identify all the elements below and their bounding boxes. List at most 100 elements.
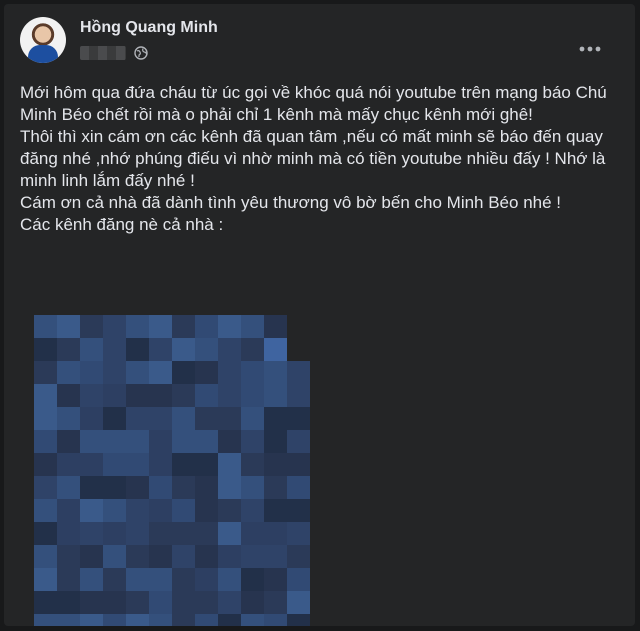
mosaic-tile	[218, 453, 241, 476]
post-meta	[80, 45, 148, 61]
mosaic-tile	[218, 407, 241, 430]
mosaic-tile	[149, 591, 172, 614]
mosaic-tile	[264, 315, 287, 338]
mosaic-tile	[172, 430, 195, 453]
mosaic-tile	[241, 315, 264, 338]
mosaic-tile	[57, 568, 80, 591]
mosaic-tile	[287, 591, 310, 614]
mosaic-tile	[103, 407, 126, 430]
mosaic-tile	[241, 614, 264, 626]
mosaic-tile	[103, 361, 126, 384]
blurred-timestamp[interactable]	[80, 46, 126, 60]
mosaic-tile	[149, 407, 172, 430]
mosaic-tile	[149, 499, 172, 522]
mosaic-tile	[80, 453, 103, 476]
mosaic-tile	[126, 430, 149, 453]
mosaic-tile	[218, 476, 241, 499]
mosaic-tile	[103, 568, 126, 591]
mosaic-tile	[172, 499, 195, 522]
post-paragraph-4: Các kênh đăng nè cả nhà :	[20, 215, 224, 234]
mosaic-tile	[287, 315, 310, 338]
mosaic-tile	[172, 522, 195, 545]
mosaic-tile	[218, 499, 241, 522]
mosaic-tile	[241, 338, 264, 361]
mosaic-tile	[195, 315, 218, 338]
post-paragraph-2: Thôi thì xin cám ơn các kênh đã quan tâm…	[20, 127, 606, 190]
mosaic-tile	[149, 614, 172, 626]
mosaic-tile	[287, 499, 310, 522]
mosaic-tile	[57, 430, 80, 453]
mosaic-tile	[287, 453, 310, 476]
mosaic-tile	[149, 453, 172, 476]
mosaic-tile	[287, 545, 310, 568]
mosaic-tile	[264, 338, 287, 361]
mosaic-tile	[195, 453, 218, 476]
mosaic-tile	[103, 499, 126, 522]
mosaic-tile	[57, 361, 80, 384]
mosaic-tile	[149, 545, 172, 568]
mosaic-tile	[264, 499, 287, 522]
mosaic-tile	[57, 522, 80, 545]
mosaic-tile	[241, 522, 264, 545]
author-avatar[interactable]	[20, 17, 66, 63]
mosaic-tile	[264, 522, 287, 545]
mosaic-tile	[218, 430, 241, 453]
mosaic-tile	[241, 568, 264, 591]
mosaic-tile	[287, 568, 310, 591]
mosaic-tile	[57, 315, 80, 338]
mosaic-tile	[126, 338, 149, 361]
mosaic-tile	[34, 338, 57, 361]
mosaic-tile	[103, 384, 126, 407]
mosaic-tile	[172, 361, 195, 384]
mosaic-tile	[57, 476, 80, 499]
mosaic-tile	[287, 476, 310, 499]
mosaic-tile	[103, 591, 126, 614]
author-name[interactable]: Hồng Quang Minh	[80, 19, 218, 37]
mosaic-tile	[80, 614, 103, 626]
mosaic-tile	[149, 522, 172, 545]
globe-icon[interactable]	[134, 46, 148, 60]
mosaic-tile	[264, 430, 287, 453]
mosaic-tile	[218, 545, 241, 568]
mosaic-tile	[218, 522, 241, 545]
more-options-icon[interactable]	[572, 41, 608, 65]
mosaic-tile	[80, 384, 103, 407]
mosaic-tile	[241, 545, 264, 568]
mosaic-tile	[195, 591, 218, 614]
mosaic-tile	[264, 476, 287, 499]
mosaic-tile	[287, 522, 310, 545]
mosaic-tile	[57, 384, 80, 407]
mosaic-tile	[172, 453, 195, 476]
mosaic-tile	[103, 430, 126, 453]
mosaic-tile	[218, 614, 241, 626]
mosaic-tile	[195, 407, 218, 430]
mosaic-tile	[80, 476, 103, 499]
mosaic-tile	[103, 453, 126, 476]
mosaic-tile	[57, 338, 80, 361]
mosaic-tile	[264, 361, 287, 384]
mosaic-tile	[195, 522, 218, 545]
mosaic-tile	[241, 361, 264, 384]
mosaic-tile	[34, 591, 57, 614]
mosaic-tile	[287, 338, 310, 361]
mosaic-tile	[126, 614, 149, 626]
mosaic-tile	[103, 338, 126, 361]
mosaic-tile	[241, 499, 264, 522]
post-paragraph-1: Mới hôm qua đứa cháu từ úc gọi về khóc q…	[20, 83, 607, 124]
mosaic-tile	[34, 545, 57, 568]
mosaic-tile	[287, 614, 310, 626]
mosaic-tile	[126, 315, 149, 338]
mosaic-tile	[149, 315, 172, 338]
mosaic-tile	[57, 545, 80, 568]
mosaic-tile	[195, 568, 218, 591]
mosaic-tile	[241, 476, 264, 499]
mosaic-tile	[218, 338, 241, 361]
mosaic-tile	[172, 384, 195, 407]
mosaic-tile	[80, 568, 103, 591]
mosaic-tile	[195, 361, 218, 384]
mosaic-tile	[57, 614, 80, 626]
mosaic-tile	[172, 568, 195, 591]
mosaic-tile	[195, 476, 218, 499]
mosaic-tile	[149, 476, 172, 499]
mosaic-tile	[149, 568, 172, 591]
